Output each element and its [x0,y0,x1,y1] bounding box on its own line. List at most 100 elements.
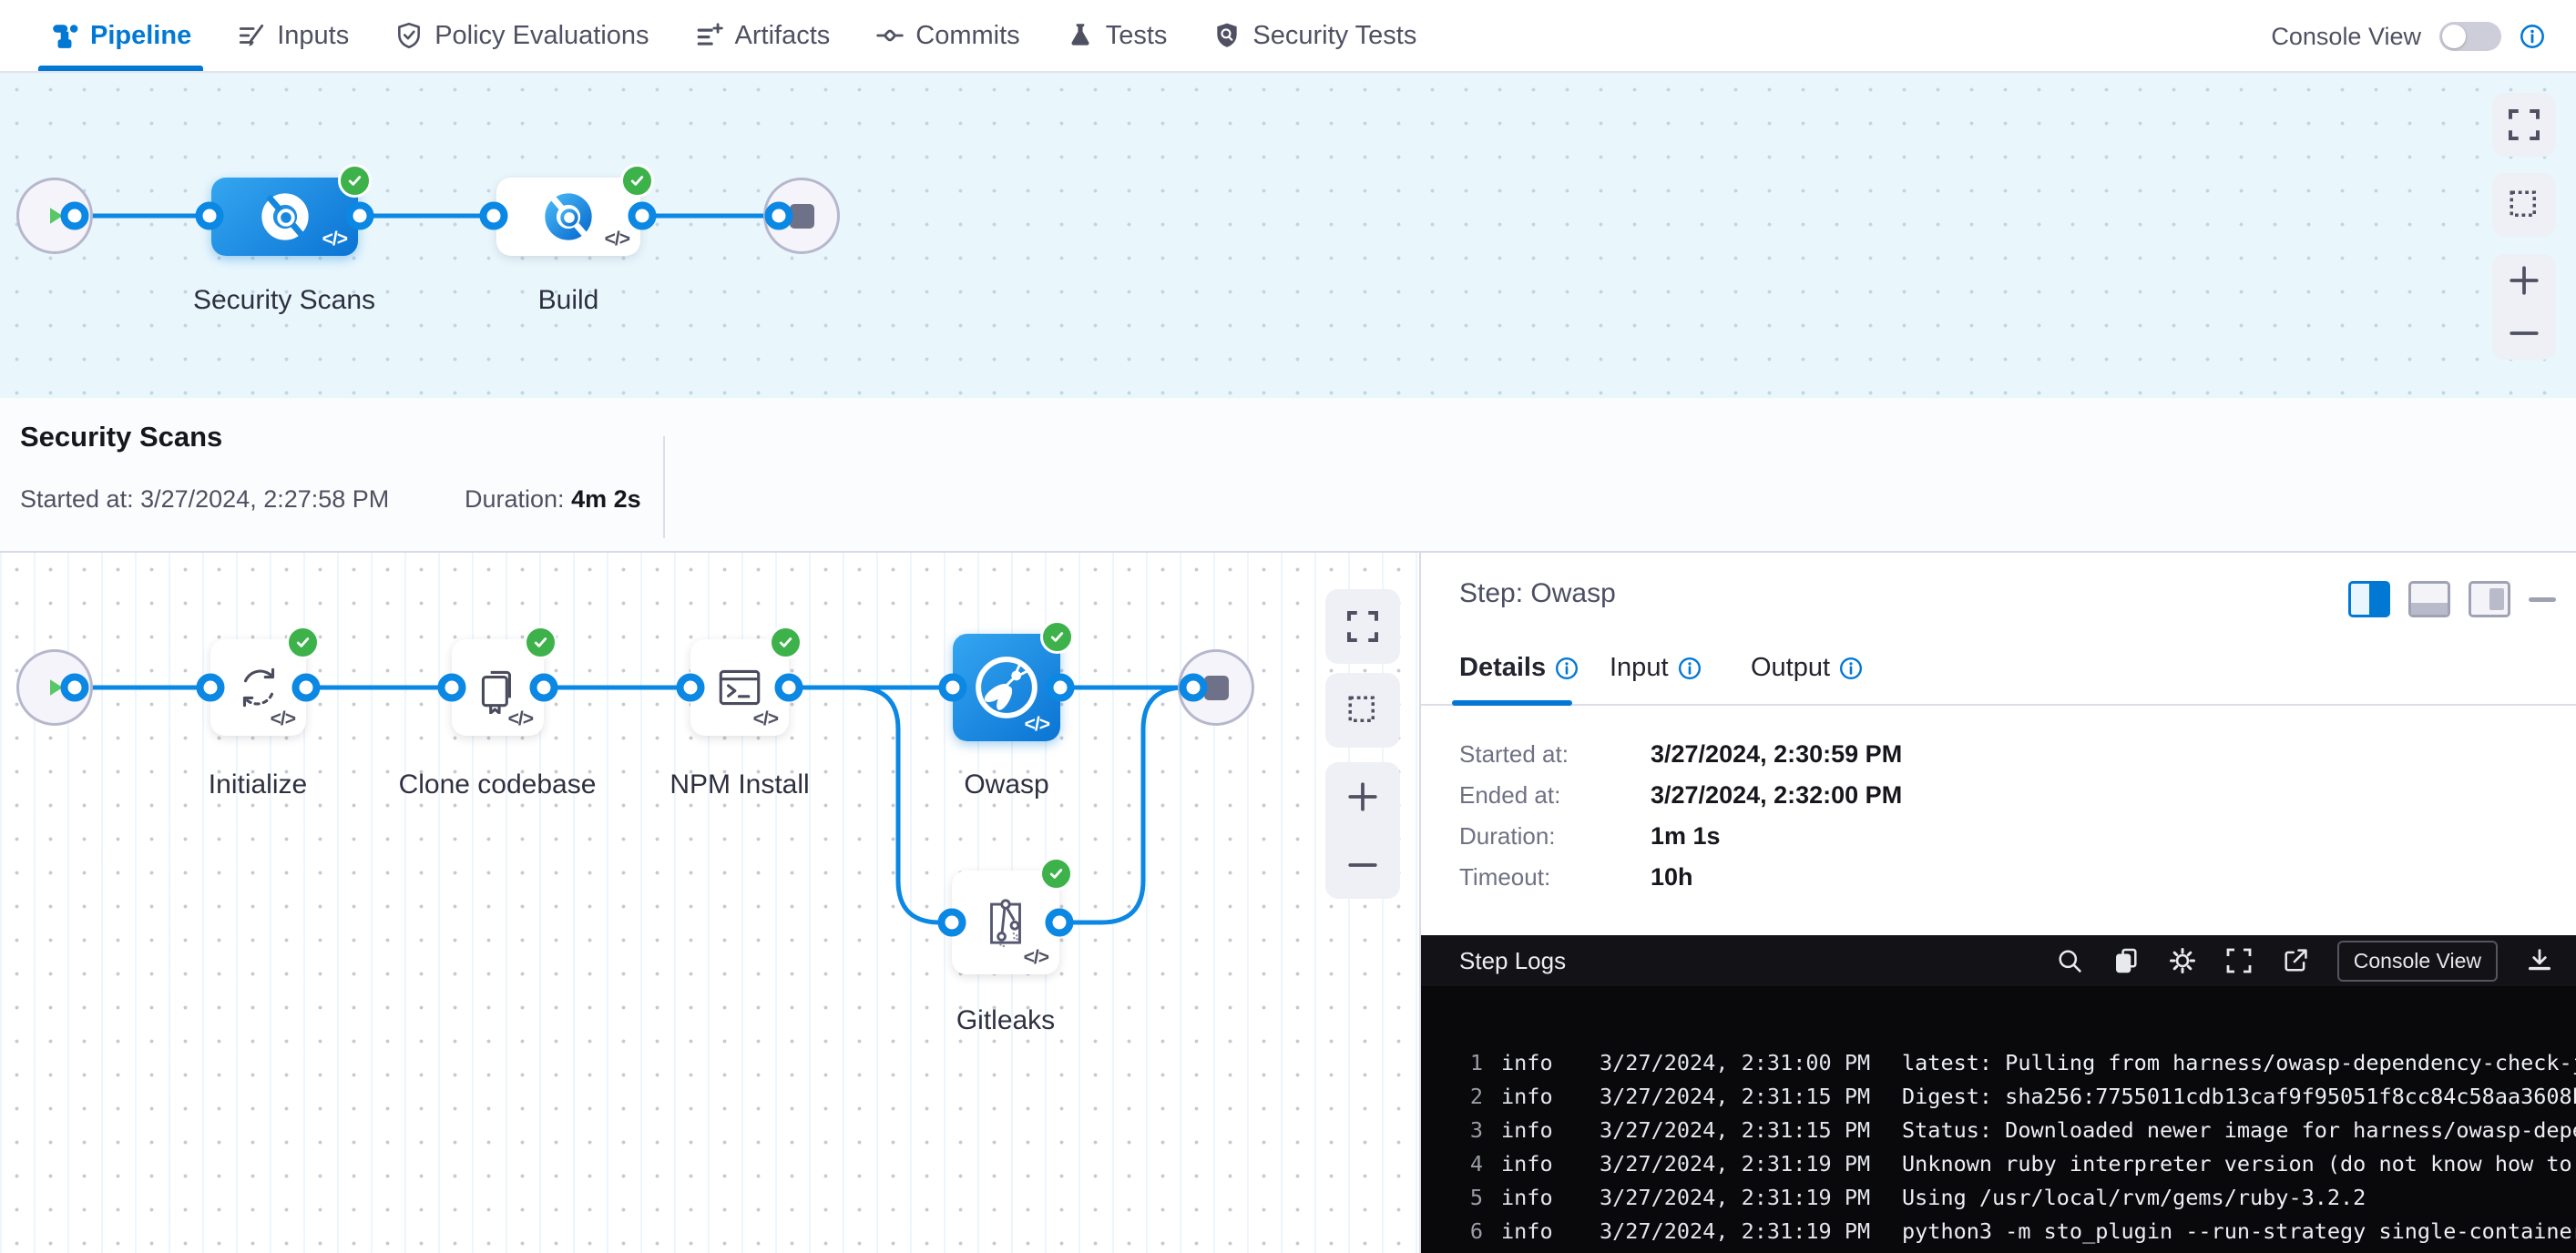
tab-policy-evaluations[interactable]: Policy Evaluations [372,0,671,71]
success-check-icon [769,626,802,659]
log-timestamp: 3/27/2024, 2:31:15 PM [1600,1114,1870,1147]
log-level: info [1501,1215,1553,1248]
connector [1046,909,1074,937]
log-rows: 1 info 3/27/2024, 2:31:00 PM latest: Pul… [1421,1046,2576,1248]
step-detail-panel: Step: Owasp Details Input [1419,553,2576,1253]
step-panel-tabs: Details Input Output [1421,642,2576,706]
stage-card-build[interactable]: </> [496,178,640,256]
tab-artifacts[interactable]: Artifacts [672,0,854,71]
tab-commits[interactable]: Commits [853,0,1042,71]
stage-info-title: Security Scans [20,421,222,453]
detail-row: Ended at: 3/27/2024, 2:32:00 PM [1459,781,1560,810]
success-check-icon [1040,620,1074,654]
info-icon[interactable] [1839,657,1863,680]
build-stage-icon [540,188,597,245]
info-icon[interactable] [1555,657,1579,680]
step-logs-actions: Console View [2055,941,2554,982]
layout-floating-panel-button[interactable] [2469,581,2510,617]
duration-label: Duration: [465,485,565,513]
tab-tests[interactable]: Tests [1043,0,1191,71]
tab-security-tests[interactable]: Security Tests [1190,0,1439,71]
step-card-owasp[interactable]: </> [953,634,1060,741]
connector [1047,674,1075,702]
detail-label: Duration: [1459,822,1556,850]
log-line: 3 info 3/27/2024, 2:31:15 PM Status: Dow… [1421,1114,2576,1147]
log-timestamp: 3/27/2024, 2:31:00 PM [1600,1046,1870,1080]
log-timestamp: 3/27/2024, 2:31:15 PM [1600,1080,1870,1114]
gitleaks-icon [977,894,1034,951]
step-label-gitleaks[interactable]: Gitleaks [896,1005,1115,1036]
stage-links [0,73,2576,398]
zoom-in-button[interactable] [1344,779,1381,815]
stage-started-at: Started at: 3/27/2024, 2:27:58 PM [20,485,389,514]
download-icon[interactable] [2525,946,2554,975]
step-card-gitleaks[interactable]: </> [952,871,1059,974]
console-view-label: Console View [2271,23,2421,51]
info-icon[interactable] [1678,657,1702,680]
step-panel-title: Step: Owasp [1459,578,1616,609]
copy-icon[interactable] [2111,946,2141,975]
detail-row: Timeout: 10h [1459,863,1550,891]
log-level: info [1501,1080,1553,1114]
step-label-owasp[interactable]: Owasp [897,769,1116,800]
tab-label: Pipeline [90,21,191,51]
expand-logs-icon[interactable] [2224,946,2254,975]
shield-check-icon [394,21,424,50]
log-line-number: 1 [1448,1046,1483,1080]
fullscreen-button[interactable] [1325,589,1400,664]
connector [438,674,466,702]
flask-icon [1066,21,1095,50]
log-level: info [1501,1147,1553,1181]
layout-right-panel-button[interactable] [2348,581,2390,617]
code-glyph: </> [1024,947,1048,969]
connector [480,202,508,230]
marquee-select-button[interactable] [1325,673,1400,748]
initialize-icon [232,661,285,714]
step-label-initialize[interactable]: Initialize [148,769,367,800]
connector [938,909,966,937]
shield-search-icon [1212,21,1242,50]
pipeline-icon [50,21,79,50]
minimize-panel-button[interactable] [2529,597,2556,602]
fullscreen-button[interactable] [2492,93,2556,157]
active-tab-underline [1452,700,1572,706]
search-icon[interactable] [2055,946,2084,975]
log-timestamp: 3/27/2024, 2:31:19 PM [1600,1181,1870,1215]
open-external-icon[interactable] [2281,946,2310,975]
log-message: Digest: sha256:7755011cdb13caf9f95051f8c… [1902,1080,2576,1114]
connector [196,202,224,230]
log-message: latest: Pulling from harness/owasp-depen… [1902,1046,2576,1080]
zoom-in-button[interactable] [2506,262,2542,299]
connector [346,202,374,230]
tab-output[interactable]: Output [1751,653,1863,683]
step-label-clone-codebase[interactable]: Clone codebase [370,769,625,800]
log-line: 5 info 3/27/2024, 2:31:19 PM Using /usr/… [1421,1181,2576,1215]
log-line-number: 2 [1448,1080,1483,1114]
console-view-button[interactable]: Console View [2337,941,2498,982]
stage-label-build[interactable]: Build [450,285,687,316]
tab-label: Tests [1106,21,1168,51]
stage-label-security-scans[interactable]: Security Scans [166,285,403,316]
toggle-knob [2442,25,2466,48]
tab-input[interactable]: Input [1610,653,1702,683]
tab-label: Output [1751,653,1830,683]
code-glyph: </> [271,708,295,730]
tab-details[interactable]: Details [1459,653,1579,683]
detail-row: Started at: 3/27/2024, 2:30:59 PM [1459,740,1569,769]
stage-card-security-scans[interactable]: </> [211,178,358,256]
marquee-select-button[interactable] [2492,173,2556,237]
tab-inputs[interactable]: Inputs [214,0,372,71]
layout-bottom-panel-button[interactable] [2408,581,2450,617]
tab-pipeline[interactable]: Pipeline [27,0,214,71]
detail-value: 1m 1s [1651,822,2288,851]
log-message: Unknown ruby interpreter version (do not… [1902,1147,2576,1181]
info-icon[interactable] [2520,24,2545,49]
zoom-out-button[interactable] [1344,847,1381,883]
settings-gear-icon[interactable] [2168,946,2197,975]
console-view-toggle[interactable] [2439,22,2501,51]
clone-codebase-icon [472,661,525,714]
connector [765,202,793,230]
step-logs-console[interactable]: 1 info 3/27/2024, 2:31:00 PM latest: Pul… [1421,986,2576,1253]
zoom-out-button[interactable] [2506,315,2542,351]
step-label-npm-install[interactable]: NPM Install [630,769,849,800]
